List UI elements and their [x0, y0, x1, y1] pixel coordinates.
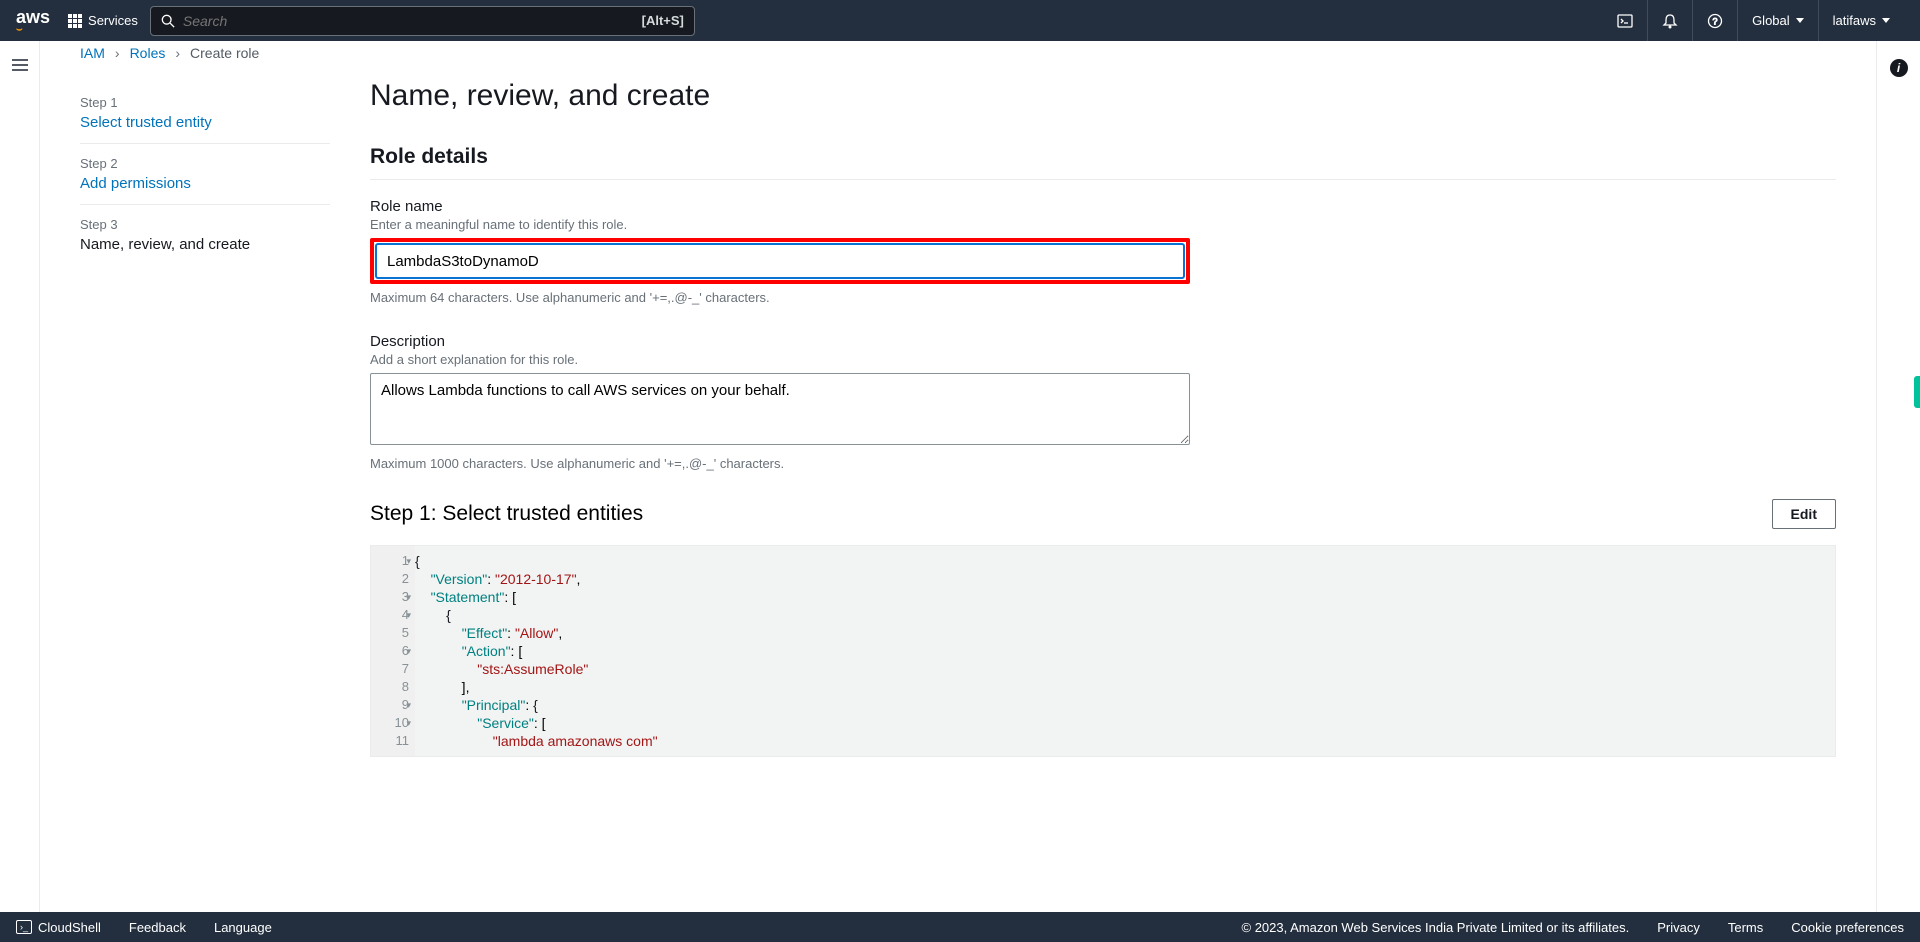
chevron-right-icon: ›	[115, 45, 120, 61]
description-label: Description	[370, 333, 1190, 350]
right-rail: i	[1876, 41, 1920, 912]
help-button[interactable]: ?	[1692, 0, 1737, 41]
role-name-group: Role name Enter a meaningful name to ide…	[370, 198, 1190, 305]
search-shortcut: [Alt+S]	[642, 13, 684, 28]
svg-text:?: ?	[1713, 16, 1718, 26]
trust-policy-editor: 1 2 3 4 5 6 7 8 9 10 11 { "Ver	[370, 545, 1836, 757]
code-gutter: 1 2 3 4 5 6 7 8 9 10 11	[371, 546, 415, 756]
bell-icon	[1662, 13, 1678, 29]
search-box[interactable]: [Alt+S]	[150, 6, 695, 36]
services-label: Services	[88, 13, 138, 28]
info-icon[interactable]: i	[1890, 59, 1908, 77]
chevron-down-icon	[1796, 18, 1804, 23]
user-menu[interactable]: latifaws	[1818, 0, 1904, 41]
description-textarea[interactable]	[370, 373, 1190, 445]
search-input[interactable]	[183, 13, 634, 29]
terms-link[interactable]: Terms	[1728, 920, 1763, 935]
wizard-step-1[interactable]: Step 1 Select trusted entity	[80, 83, 330, 144]
role-name-highlight-box	[370, 238, 1190, 284]
breadcrumb-roles[interactable]: Roles	[130, 45, 166, 61]
feedback-tab[interactable]	[1914, 376, 1920, 408]
left-rail	[0, 41, 40, 912]
chevron-right-icon: ›	[175, 45, 180, 61]
code-content[interactable]: { "Version": "2012-10-17", "Statement": …	[415, 546, 658, 756]
top-right-controls: ? Global latifaws	[1603, 0, 1904, 41]
cloudshell-label: CloudShell	[38, 920, 101, 935]
region-label: Global	[1752, 13, 1790, 28]
description-constraint: Maximum 1000 characters. Use alphanumeri…	[370, 456, 1190, 471]
top-nav: aws ⌣ Services [Alt+S] ? Global latifaws	[0, 0, 1920, 41]
user-label: latifaws	[1833, 13, 1876, 28]
search-icon	[161, 14, 175, 28]
cookie-preferences-link[interactable]: Cookie preferences	[1791, 920, 1904, 935]
grid-icon	[68, 14, 82, 28]
role-name-hint: Enter a meaningful name to identify this…	[370, 217, 1190, 232]
region-selector[interactable]: Global	[1737, 0, 1818, 41]
help-icon: ?	[1707, 13, 1723, 29]
breadcrumb-iam[interactable]: IAM	[80, 45, 105, 61]
step1-review-header: Step 1: Select trusted entities Edit	[370, 499, 1836, 529]
role-details-heading: Role details	[370, 145, 1836, 180]
step-title: Add permissions	[80, 175, 330, 192]
services-button[interactable]: Services	[68, 13, 138, 28]
feedback-link[interactable]: Feedback	[129, 920, 186, 935]
description-hint: Add a short explanation for this role.	[370, 352, 1190, 367]
content-area: IAM › Roles › Create role Step 1 Select …	[40, 41, 1876, 912]
language-link[interactable]: Language	[214, 920, 272, 935]
edit-button[interactable]: Edit	[1772, 499, 1836, 529]
description-group: Description Add a short explanation for …	[370, 333, 1190, 471]
chevron-down-icon	[1882, 18, 1890, 23]
breadcrumb: IAM › Roles › Create role	[40, 41, 1876, 77]
bottom-bar: ›_ CloudShell Feedback Language © 2023, …	[0, 912, 1920, 942]
step-title: Name, review, and create	[80, 236, 330, 253]
role-name-label: Role name	[370, 198, 1190, 215]
wizard-step-3: Step 3 Name, review, and create	[80, 205, 330, 265]
step-number: Step 2	[80, 156, 330, 171]
breadcrumb-current: Create role	[190, 45, 259, 61]
step-number: Step 3	[80, 217, 330, 232]
step-number: Step 1	[80, 95, 330, 110]
privacy-link[interactable]: Privacy	[1657, 920, 1700, 935]
copyright-text: © 2023, Amazon Web Services India Privat…	[1242, 920, 1630, 935]
role-name-input[interactable]	[376, 244, 1184, 278]
wizard-step-2[interactable]: Step 2 Add permissions	[80, 144, 330, 205]
cloudshell-button[interactable]: ›_ CloudShell	[16, 920, 101, 935]
cloudshell-icon: ›_	[16, 920, 32, 934]
form-column: Name, review, and create Role details Ro…	[370, 77, 1836, 757]
notifications-button[interactable]	[1647, 0, 1692, 41]
page-title: Name, review, and create	[370, 79, 1836, 113]
step-title: Select trusted entity	[80, 114, 330, 131]
menu-toggle-icon[interactable]	[12, 59, 28, 71]
step1-review-heading: Step 1: Select trusted entities	[370, 502, 643, 526]
wizard-steps: Step 1 Select trusted entity Step 2 Add …	[80, 77, 330, 757]
role-name-constraint: Maximum 64 characters. Use alphanumeric …	[370, 290, 1190, 305]
cloudshell-top-button[interactable]	[1603, 0, 1647, 41]
aws-logo[interactable]: aws ⌣	[16, 7, 50, 35]
